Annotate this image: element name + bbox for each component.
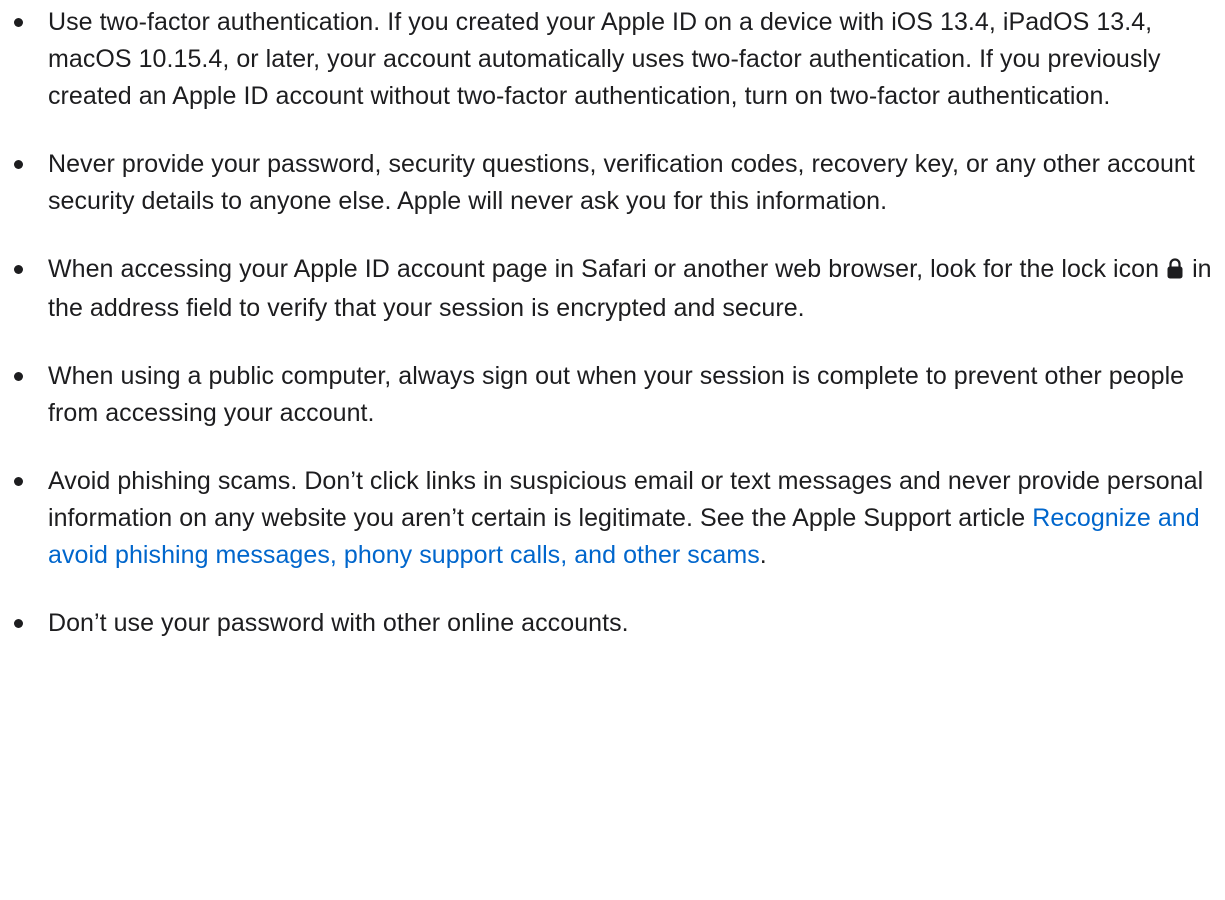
lock-icon	[1167, 253, 1183, 290]
list-item: When using a public computer, always sig…	[0, 358, 1225, 432]
security-tips-list: Use two-factor authentication. If you cr…	[0, 4, 1225, 642]
article-content: Use two-factor authentication. If you cr…	[0, 0, 1225, 900]
tip-text: Use two-factor authentication. If you cr…	[48, 8, 1161, 110]
list-item: Never provide your password, security qu…	[0, 146, 1225, 220]
tip-text: .	[759, 541, 767, 569]
tip-text: When using a public computer, always sig…	[48, 362, 1185, 427]
tip-text: Never provide your password, security qu…	[48, 150, 1195, 215]
bullet-icon	[14, 160, 23, 169]
bullet-icon	[14, 619, 23, 628]
bullet-icon	[14, 265, 23, 274]
tip-text: Avoid phishing scams. Don’t click links …	[48, 467, 1204, 532]
bullet-icon	[14, 372, 23, 381]
bullet-icon	[14, 477, 23, 486]
list-item: When accessing your Apple ID account pag…	[0, 251, 1225, 327]
bullet-icon	[14, 18, 23, 27]
list-item: Avoid phishing scams. Don’t click links …	[0, 463, 1225, 574]
tip-text: Don’t use your password with other onlin…	[48, 609, 629, 637]
tip-text: When accessing your Apple ID account pag…	[48, 255, 1160, 283]
list-item: Use two-factor authentication. If you cr…	[0, 4, 1225, 115]
list-item: Don’t use your password with other onlin…	[0, 605, 1225, 642]
